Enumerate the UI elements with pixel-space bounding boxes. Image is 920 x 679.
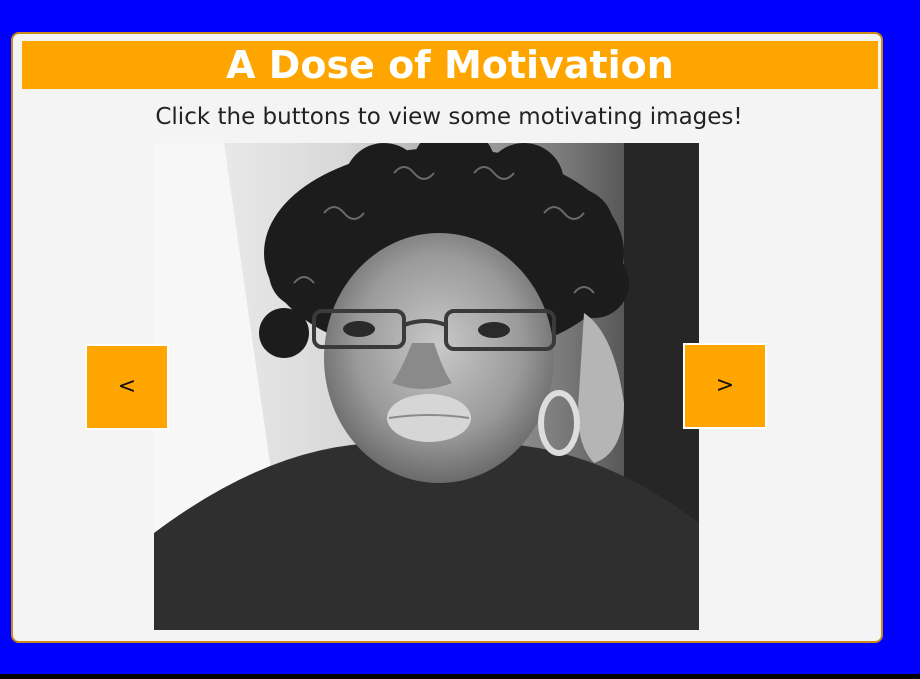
motivation-card: A Dose of Motivation Click the buttons t…: [11, 32, 883, 643]
bottom-edge: [0, 674, 920, 679]
previous-image-button[interactable]: <: [85, 344, 169, 430]
page-title: A Dose of Motivation: [22, 41, 878, 89]
motivation-image: [154, 143, 699, 630]
next-image-button[interactable]: >: [683, 343, 767, 429]
instructions-text: Click the buttons to view some motivatin…: [155, 104, 743, 130]
